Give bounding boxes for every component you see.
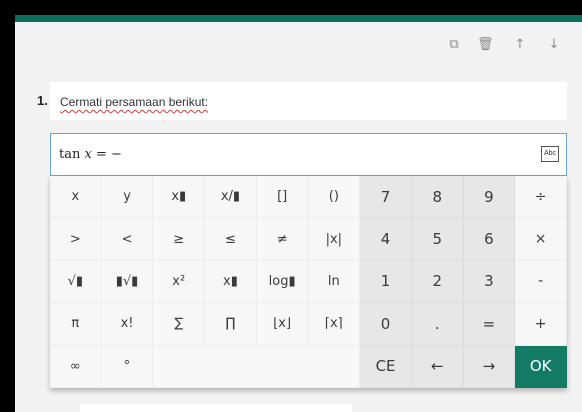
question-text-box[interactable]: Cermati persamaan berikut: (50, 82, 567, 120)
key-product[interactable]: ∏ (205, 303, 257, 346)
equation-text: tan x = − (59, 147, 122, 162)
key-degree[interactable]: ° (101, 345, 154, 388)
key-left-arrow[interactable]: ← (411, 345, 464, 388)
key-0[interactable]: 0 (360, 303, 412, 346)
key-square[interactable]: x² (153, 260, 206, 304)
key-right-arrow[interactable]: → (463, 345, 516, 388)
key-7[interactable]: 7 (360, 176, 412, 219)
top-accent-strip (15, 15, 582, 22)
key-4[interactable]: 4 (360, 218, 412, 261)
delete-icon[interactable]: 🗑 (477, 36, 494, 54)
copy-icon[interactable]: ⧉ (446, 36, 462, 54)
math-keypad: x y x▮ x/▮ [] () 7 8 9 ÷ > < ≥ ≤ ≠ |x| 4… (50, 176, 567, 388)
key-minus[interactable]: - (515, 260, 567, 304)
key-power[interactable]: x▮ (205, 260, 257, 304)
key-decimal[interactable]: . (411, 303, 464, 346)
key-not-equal[interactable]: ≠ (256, 218, 309, 261)
equation-suffix: = − (91, 147, 122, 162)
question-number: 1. (37, 93, 48, 108)
key-2[interactable]: 2 (411, 260, 464, 304)
move-up-icon[interactable]: ↑ (512, 36, 528, 54)
key-less-equal[interactable]: ≤ (205, 218, 257, 261)
key-absolute[interactable]: |x| (308, 218, 361, 261)
key-divide[interactable]: ÷ (515, 176, 567, 219)
key-greater-than[interactable]: > (50, 218, 102, 261)
key-y[interactable]: y (101, 176, 154, 219)
key-equals[interactable]: = (463, 303, 516, 346)
key-3[interactable]: 3 (463, 260, 516, 304)
key-square-root[interactable]: √▮ (50, 260, 102, 304)
ok-button[interactable]: OK (515, 345, 567, 388)
key-brackets[interactable]: [] (256, 176, 309, 219)
equation-prefix: tan (59, 147, 85, 162)
key-multiply[interactable]: × (515, 218, 567, 261)
key-clear-entry[interactable]: CE (360, 345, 412, 388)
abc-toggle-button[interactable]: Abc (541, 146, 559, 162)
key-1[interactable]: 1 (360, 260, 412, 304)
key-x[interactable]: x (50, 176, 102, 219)
key-5[interactable]: 5 (411, 218, 464, 261)
key-factorial[interactable]: x! (101, 303, 154, 346)
key-ceiling[interactable]: ⌈x⌉ (308, 303, 361, 346)
key-fraction[interactable]: x/▮ (205, 176, 257, 219)
key-nth-root[interactable]: ▮√▮ (101, 260, 154, 304)
key-ln[interactable]: ln (308, 260, 361, 304)
key-log[interactable]: log▮ (256, 260, 309, 304)
equation-input[interactable]: tan x = − Abc (50, 133, 567, 176)
key-9[interactable]: 9 (463, 176, 516, 219)
key-floor[interactable]: ⌊x⌋ (256, 303, 309, 346)
key-less-than[interactable]: < (101, 218, 154, 261)
key-parentheses[interactable]: () (308, 176, 361, 219)
equation-variable: x (84, 147, 92, 162)
key-pi[interactable]: π (50, 303, 102, 346)
key-8[interactable]: 8 (411, 176, 464, 219)
key-plus[interactable]: + (515, 303, 567, 346)
key-greater-equal[interactable]: ≥ (153, 218, 206, 261)
key-sum[interactable]: ∑ (153, 303, 206, 346)
question-text: Cermati persamaan berikut: (60, 95, 209, 109)
key-subscript[interactable]: x▮ (153, 176, 206, 219)
answer-field[interactable] (80, 404, 352, 412)
key-infinity[interactable]: ∞ (50, 345, 102, 388)
key-6[interactable]: 6 (463, 218, 516, 261)
keypad-blank-area (153, 345, 361, 388)
move-down-icon[interactable]: ↓ (546, 36, 562, 54)
